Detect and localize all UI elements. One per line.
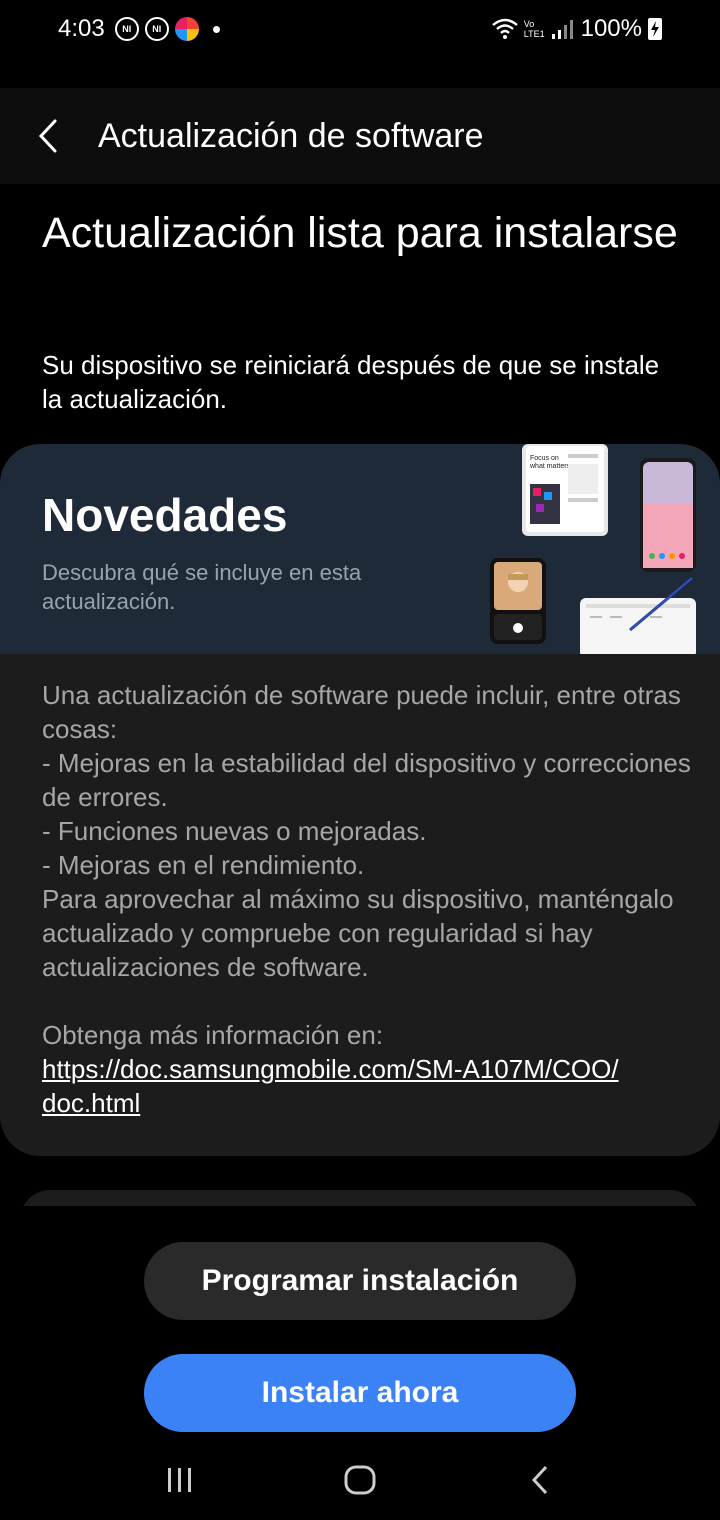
update-details-text: Una actualización de software puede incl… (42, 680, 691, 982)
whats-new-card: Novedades Descubra qué se incluye en est… (0, 444, 720, 1156)
notification-icons: NI NI (114, 17, 220, 41)
whats-new-title: Novedades (42, 489, 288, 541)
back-button[interactable] (0, 88, 96, 184)
status-bar: 4:03 NI NI Vo LTE1 100% (0, 0, 720, 58)
wifi-icon (491, 18, 518, 39)
signal-icon (551, 20, 573, 39)
illustration-text-1: Focus on (530, 455, 559, 462)
navigation-bar (0, 1440, 720, 1520)
illustration-text-2: what matters (529, 463, 571, 470)
notification-app-icon: NI (144, 17, 169, 41)
update-subtitle: Su dispositivo se reiniciará después de … (42, 350, 660, 414)
install-now-button[interactable]: Instalar ahora (144, 1354, 576, 1432)
home-button[interactable] (320, 1450, 400, 1510)
update-description: Una actualización de software puede incl… (42, 678, 692, 1120)
back-nav-icon (531, 1465, 548, 1495)
devices-illustration: Focus on what matters (490, 444, 696, 654)
status-time: 4:03 (58, 15, 105, 42)
whats-new-banner: Novedades Descubra qué se incluye en est… (0, 444, 720, 654)
battery-percentage: 100% (580, 15, 642, 42)
schedule-install-button[interactable]: Programar instalación (144, 1242, 576, 1320)
back-nav-button[interactable] (500, 1450, 580, 1510)
volte-bottom-label: LTE1 (523, 29, 545, 39)
system-icons: Vo LTE1 100% (491, 15, 662, 43)
more-info-label: Obtenga más información en: (42, 1020, 384, 1050)
home-icon (344, 1465, 376, 1495)
more-notifications-dot-icon (212, 25, 220, 33)
documentation-link[interactable]: https://doc.samsungmobile.com/SM-A107M/C… (42, 1052, 632, 1120)
update-heading: Actualización lista para instalarse (42, 209, 678, 257)
bottom-fade (0, 1206, 720, 1246)
page-title: Actualización de software (98, 116, 484, 155)
notification-app-icon: NI (114, 17, 139, 41)
notification-color-app-icon (174, 17, 199, 41)
whats-new-subtitle: Descubra qué se incluye en esta actualiz… (42, 560, 362, 614)
volte-icon: Vo LTE1 (524, 19, 545, 39)
volte-top-label: Vo (523, 19, 535, 29)
chevron-left-icon (38, 119, 57, 153)
recent-apps-icon (168, 1468, 191, 1492)
app-bar: Actualización de software (0, 88, 720, 184)
battery-charging-icon (648, 18, 662, 40)
recent-apps-button[interactable] (140, 1450, 220, 1510)
